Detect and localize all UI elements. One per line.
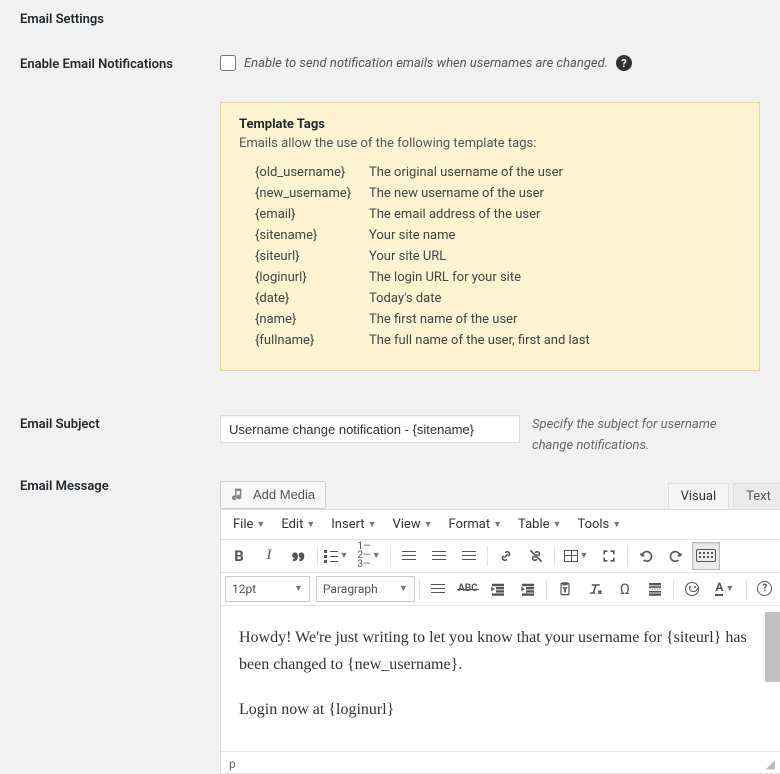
editor-content[interactable]: Howdy! We're just writing to let you kno… <box>221 606 780 752</box>
align-justify-button[interactable] <box>424 575 452 603</box>
template-tag: {new_username} <box>239 186 369 201</box>
template-tag: {email} <box>239 207 369 222</box>
blockquote-button[interactable] <box>285 542 313 570</box>
template-tag: {loginurl} <box>239 270 369 285</box>
email-subject-description: Specify the subject for username change … <box>532 415 760 457</box>
email-body-p1: Howdy! We're just writing to let you kno… <box>239 624 765 678</box>
link-button[interactable] <box>492 542 520 570</box>
redo-button[interactable] <box>662 542 690 570</box>
svg-text:T: T <box>563 586 567 594</box>
enable-notifications-description: Enable to send notification emails when … <box>244 56 608 71</box>
template-tag: {name} <box>239 312 369 327</box>
editor-help-button[interactable]: ? <box>751 575 779 603</box>
bullet-list-button[interactable]: ▼ <box>322 542 350 570</box>
tab-visual[interactable]: Visual <box>668 483 730 509</box>
toolbar-toggle-button[interactable] <box>692 542 720 570</box>
label-enable-notifications: Enable Email Notifications <box>20 57 173 72</box>
template-tag-desc: The first name of the user <box>369 312 517 327</box>
menu-format[interactable]: Format ▼ <box>443 514 509 535</box>
text-color-button[interactable]: A▼ <box>708 575 742 603</box>
email-subject-input[interactable] <box>220 415 520 443</box>
menu-file[interactable]: File ▼ <box>227 514 271 535</box>
template-tag-desc: Your site name <box>369 228 455 243</box>
menu-edit[interactable]: Edit ▼ <box>275 514 321 535</box>
template-tag: {sitename} <box>239 228 369 243</box>
enable-notifications-checkbox[interactable] <box>220 55 236 71</box>
align-left-button[interactable] <box>395 542 423 570</box>
menu-tools[interactable]: Tools ▼ <box>571 514 627 535</box>
label-email-subject: Email Subject <box>20 417 100 432</box>
outdent-button[interactable] <box>484 575 512 603</box>
help-icon[interactable]: ? <box>616 55 632 71</box>
tab-text[interactable]: Text <box>733 483 780 509</box>
add-media-button[interactable]: Add Media <box>220 481 326 509</box>
chevron-down-icon: ▼ <box>256 519 265 530</box>
template-tag-desc: The new username of the user <box>369 186 544 201</box>
template-tag-desc: The original username of the user <box>369 165 563 180</box>
chevron-down-icon: ▼ <box>306 519 315 530</box>
template-tag: {old_username} <box>239 165 369 180</box>
align-right-button[interactable] <box>455 542 483 570</box>
template-tag: {siteurl} <box>239 249 369 264</box>
editor-scrollbar[interactable] <box>765 608 780 750</box>
indent-button[interactable] <box>514 575 542 603</box>
clear-formatting-button[interactable] <box>581 575 609 603</box>
chevron-down-icon: ▼ <box>553 519 562 530</box>
template-tag: {fullname} <box>239 333 369 348</box>
template-tag-desc: The email address of the user <box>369 207 540 222</box>
paste-text-button[interactable]: T <box>551 575 579 603</box>
bold-button[interactable]: B <box>225 542 253 570</box>
special-char-button[interactable]: Ω <box>611 575 639 603</box>
italic-button[interactable]: I <box>255 542 283 570</box>
email-body-p2: Login now at {loginurl} <box>239 696 765 723</box>
menu-view[interactable]: View ▼ <box>386 514 438 535</box>
wysiwyg-editor: File ▼Edit ▼Insert ▼View ▼Format ▼Table … <box>220 509 780 774</box>
label-email-message: Email Message <box>20 479 109 494</box>
strikethrough-button[interactable]: ABC <box>454 575 482 603</box>
undo-button[interactable] <box>632 542 660 570</box>
music-note-icon <box>231 487 247 503</box>
align-center-button[interactable] <box>425 542 453 570</box>
emoji-button[interactable] <box>678 575 706 603</box>
menu-insert[interactable]: Insert ▼ <box>325 514 382 535</box>
unlink-button[interactable] <box>522 542 550 570</box>
template-tags-subtitle: Emails allow the use of the following te… <box>239 136 741 151</box>
template-tag-desc: The full name of the user, first and las… <box>369 333 590 348</box>
chevron-down-icon: ▼ <box>493 519 502 530</box>
section-heading-email-settings: Email Settings <box>20 12 104 27</box>
blockformat-dropdown[interactable]: Paragraph▼ <box>316 576 415 602</box>
fontsize-dropdown[interactable]: 12pt▼ <box>225 576 310 602</box>
menu-table[interactable]: Table ▼ <box>512 514 567 535</box>
template-tag-desc: Your site URL <box>369 249 446 264</box>
chevron-down-icon: ▼ <box>612 519 621 530</box>
numbered-list-button[interactable]: 1—2—3—▼ <box>352 542 386 570</box>
template-tag-desc: The login URL for your site <box>369 270 521 285</box>
template-tag-desc: Today's date <box>369 291 441 306</box>
table-button[interactable]: ▼ <box>559 542 593 570</box>
template-tags-title: Template Tags <box>239 117 741 132</box>
template-tags-box: Template Tags Emails allow the use of th… <box>220 102 760 371</box>
template-tag: {date} <box>239 291 369 306</box>
chevron-down-icon: ▼ <box>424 519 433 530</box>
read-more-button[interactable] <box>641 575 669 603</box>
editor-element-path: p <box>229 757 236 771</box>
resize-handle-icon[interactable]: ◢ <box>766 757 775 771</box>
fullscreen-button[interactable] <box>595 542 623 570</box>
chevron-down-icon: ▼ <box>368 519 377 530</box>
